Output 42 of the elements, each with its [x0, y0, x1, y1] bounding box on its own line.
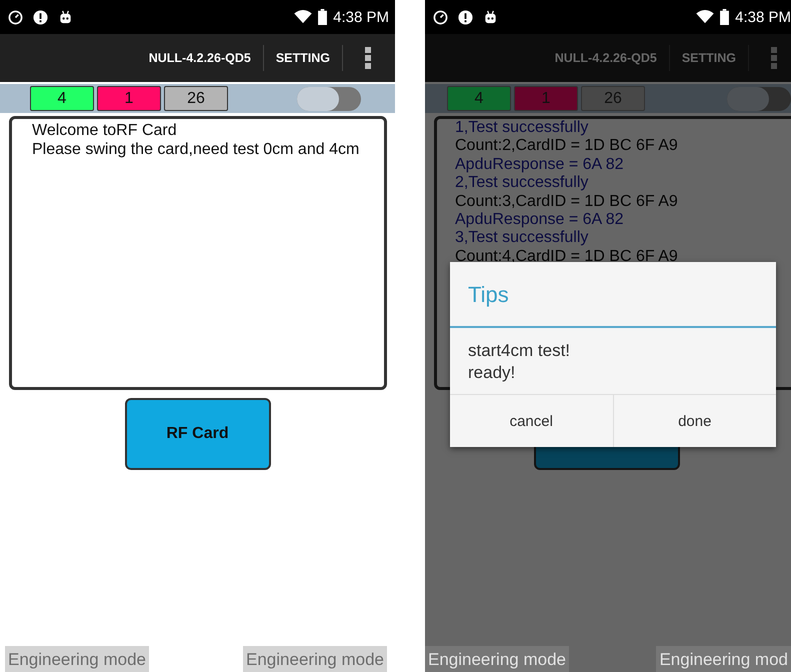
clock-icon [8, 10, 23, 24]
counter-badge: 26 [164, 86, 228, 111]
mode-label: Engineering mode [243, 646, 387, 672]
dialog-button[interactable]: done [612, 395, 776, 447]
counter-badge: 1 [514, 86, 578, 111]
clock-icon [433, 10, 448, 24]
log-line: Welcome toRF Card [32, 121, 178, 140]
mode-label: Engineering mode [425, 646, 569, 672]
counter-badge: 26 [581, 86, 645, 111]
wifi-icon [294, 10, 312, 24]
log-line: Count:3,CardID = 1D BC 6F A9 [455, 192, 679, 212]
counter-badge: 1 [97, 86, 161, 111]
log-line: 2,Test successfully [455, 174, 590, 193]
wifi-icon [696, 10, 714, 24]
log-line: 3,Test successfully [455, 229, 590, 248]
status-time: 4:38 PM [333, 8, 389, 26]
dialog-message: start4cm test! [468, 340, 572, 362]
toggle-switch[interactable] [297, 86, 361, 110]
toggle-switch[interactable] [727, 86, 791, 110]
dialog-button[interactable]: cancel [450, 395, 612, 447]
rf-card-button[interactable]: RF Card [124, 398, 270, 470]
robot-icon [483, 10, 498, 24]
counter-badge: 4 [30, 86, 94, 111]
log-line: ApduResponse = 6A 82 [455, 211, 625, 230]
battery-icon [318, 9, 328, 25]
alert-icon [33, 10, 48, 24]
dialog-title: Tips [450, 262, 776, 328]
mode-label: Engineering mode [5, 646, 149, 672]
log-line: Count:2,CardID = 1D BC 6F A9 [455, 137, 679, 156]
counter-badge: 4 [447, 86, 511, 111]
log-line: ApduResponse = 6A 82 [455, 156, 625, 174]
battery-icon [720, 9, 730, 25]
log-line: 1,Test successfully [455, 119, 590, 138]
mode-label: Engineering mod [656, 646, 791, 672]
log-line: Please swing the card,need test 0cm and 4cm [32, 140, 360, 159]
dialog-message: ready! [468, 362, 516, 384]
robot-icon [58, 10, 73, 24]
setting-button[interactable]: SETTING [272, 47, 334, 69]
alert-icon [458, 10, 473, 24]
build-version-button[interactable]: NULL-4.2.26-QD5 [144, 47, 255, 69]
status-time: 4:38 PM [735, 8, 791, 26]
more-menu-icon[interactable] [365, 47, 371, 69]
